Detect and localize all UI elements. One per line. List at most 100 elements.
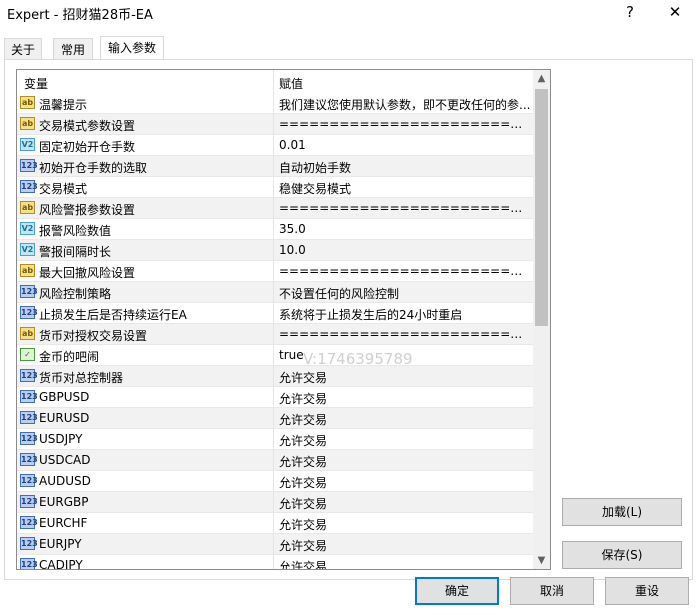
parameter-value[interactable]: 允许交易 (279, 537, 531, 554)
enum-type-icon: 123 (20, 411, 38, 424)
column-divider (273, 156, 274, 176)
parameter-value[interactable]: ============================... (279, 117, 531, 131)
parameter-row[interactable]: 123 止损发生后是否持续运行EA 系统将于止损发生后的24小时重启 (17, 303, 533, 324)
column-divider (273, 471, 274, 491)
column-divider (273, 513, 274, 533)
parameter-value[interactable]: 允许交易 (279, 369, 531, 386)
column-divider (273, 135, 274, 155)
parameter-row[interactable]: ab 交易模式参数设置 ============================..… (17, 114, 533, 135)
parameter-row[interactable]: ab 最大回撤风险设置 ============================..… (17, 261, 533, 282)
string-type-icon: ab (20, 264, 35, 277)
column-divider (273, 324, 274, 344)
string-type-icon: ab (20, 117, 35, 130)
column-header-value[interactable]: 赋值 (279, 75, 303, 92)
enum-type-icon: 123 (20, 516, 38, 529)
column-divider (273, 534, 274, 554)
parameter-row[interactable]: V2 警报间隔时长 10.0 (17, 240, 533, 261)
parameter-value[interactable]: 自动初始手数 (279, 159, 531, 176)
parameter-row[interactable]: ab 风险警报参数设置 ============================..… (17, 198, 533, 219)
help-icon[interactable]: ? (610, 0, 650, 24)
parameter-row[interactable]: ✓ 金币的吧闹 true (17, 345, 533, 366)
tab-common[interactable]: 常用 (53, 38, 93, 60)
double-type-icon: V2 (20, 138, 35, 151)
parameter-row[interactable]: ab 货币对授权交易设置 ============================.… (17, 324, 533, 345)
parameter-value[interactable]: 允许交易 (279, 558, 531, 569)
parameter-name: 交易模式参数设置 (39, 119, 136, 133)
parameter-name: AUDUSD (39, 474, 91, 488)
parameter-value[interactable]: 允许交易 (279, 495, 531, 512)
parameter-row[interactable]: 123 风险控制策略 不设置任何的风险控制 (17, 282, 533, 303)
parameter-row[interactable]: 123 USDJPY 允许交易 (17, 429, 533, 450)
double-type-icon: V2 (20, 222, 35, 235)
parameter-value[interactable]: ============================... (279, 264, 531, 278)
column-divider (273, 303, 274, 323)
parameter-value[interactable]: ============================... (279, 201, 531, 215)
parameter-value[interactable]: 允许交易 (279, 432, 531, 449)
tab-inputs[interactable]: 输入参数 (100, 36, 164, 61)
parameter-name: 固定初始开仓手数 (39, 140, 136, 154)
enum-type-icon: 123 (20, 306, 38, 319)
string-type-icon: ab (20, 327, 35, 340)
parameter-value[interactable]: 稳健交易模式 (279, 180, 531, 197)
vertical-scrollbar[interactable]: ▲ ▼ (533, 70, 550, 569)
enum-type-icon: 123 (20, 495, 38, 508)
column-divider (273, 114, 274, 134)
column-divider (273, 70, 274, 93)
parameter-row[interactable]: 123 CADJPY 允许交易 (17, 555, 533, 570)
parameter-row[interactable]: 123 EURCHF 允许交易 (17, 513, 533, 534)
parameter-value[interactable]: 允许交易 (279, 453, 531, 470)
parameter-row[interactable]: 123 USDCAD 允许交易 (17, 450, 533, 471)
parameter-row[interactable]: 123 AUDUSD 允许交易 (17, 471, 533, 492)
parameter-name: 警报间隔时长 (39, 245, 112, 259)
scroll-down-icon[interactable]: ▼ (533, 552, 550, 569)
column-header-variable[interactable]: 变量 (24, 75, 48, 92)
parameter-name: GBPUSD (39, 390, 90, 404)
string-type-icon: ab (20, 201, 35, 214)
scroll-thumb[interactable] (535, 89, 548, 326)
parameter-row[interactable]: V2 报警风险数值 35.0 (17, 219, 533, 240)
parameter-value[interactable]: 允许交易 (279, 474, 531, 491)
tab-about[interactable]: 关于 (4, 38, 42, 60)
parameter-row[interactable]: V2 固定初始开仓手数 0.01 (17, 135, 533, 156)
reset-button[interactable]: 重设 (605, 577, 689, 605)
column-divider (273, 408, 274, 428)
parameter-name: CADJPY (39, 558, 83, 570)
watermark-text: V:1746395789 (303, 350, 413, 368)
parameter-value[interactable]: 不设置任何的风险控制 (279, 285, 531, 302)
parameter-value[interactable]: 允许交易 (279, 390, 531, 407)
column-divider (273, 555, 274, 569)
parameter-name: 货币对总控制器 (39, 371, 124, 385)
parameter-name: 报警风险数值 (39, 224, 112, 238)
column-divider (273, 219, 274, 239)
cancel-button[interactable]: 取消 (510, 577, 594, 605)
parameter-value[interactable]: 允许交易 (279, 411, 531, 428)
column-divider (273, 387, 274, 407)
parameter-name: EURUSD (39, 411, 90, 425)
parameter-value[interactable]: 0.01 (279, 138, 531, 152)
parameter-name: 货币对授权交易设置 (39, 329, 148, 343)
parameter-row[interactable]: 123 交易模式 稳健交易模式 (17, 177, 533, 198)
parameter-name: USDCAD (39, 453, 91, 467)
enum-type-icon: 123 (20, 558, 38, 569)
column-divider (273, 492, 274, 512)
parameter-row[interactable]: ab 温馨提示 我们建议您使用默认参数，即不更改任何的参... (17, 93, 533, 114)
parameter-row[interactable]: 123 货币对总控制器 允许交易 (17, 366, 533, 387)
parameter-row[interactable]: 123 GBPUSD 允许交易 (17, 387, 533, 408)
parameter-row[interactable]: 123 初始开仓手数的选取 自动初始手数 (17, 156, 533, 177)
parameter-row[interactable]: 123 EURGBP 允许交易 (17, 492, 533, 513)
scroll-up-icon[interactable]: ▲ (533, 70, 550, 87)
parameter-value[interactable]: 允许交易 (279, 516, 531, 533)
parameter-value[interactable]: ============================... (279, 327, 531, 341)
enum-type-icon: 123 (20, 180, 38, 193)
load-button[interactable]: 加载(L) (562, 498, 682, 526)
parameter-value[interactable]: 系统将于止损发生后的24小时重启 (279, 306, 531, 323)
close-icon[interactable]: ✕ (655, 0, 695, 24)
ok-button[interactable]: 确定 (415, 577, 499, 605)
parameter-value[interactable]: 我们建议您使用默认参数，即不更改任何的参... (279, 96, 531, 113)
parameter-value[interactable]: 10.0 (279, 243, 531, 257)
parameter-row[interactable]: 123 EURUSD 允许交易 (17, 408, 533, 429)
parameter-value[interactable]: 35.0 (279, 222, 531, 236)
enum-type-icon: 123 (20, 474, 38, 487)
parameter-row[interactable]: 123 EURJPY 允许交易 (17, 534, 533, 555)
save-button[interactable]: 保存(S) (562, 541, 682, 569)
